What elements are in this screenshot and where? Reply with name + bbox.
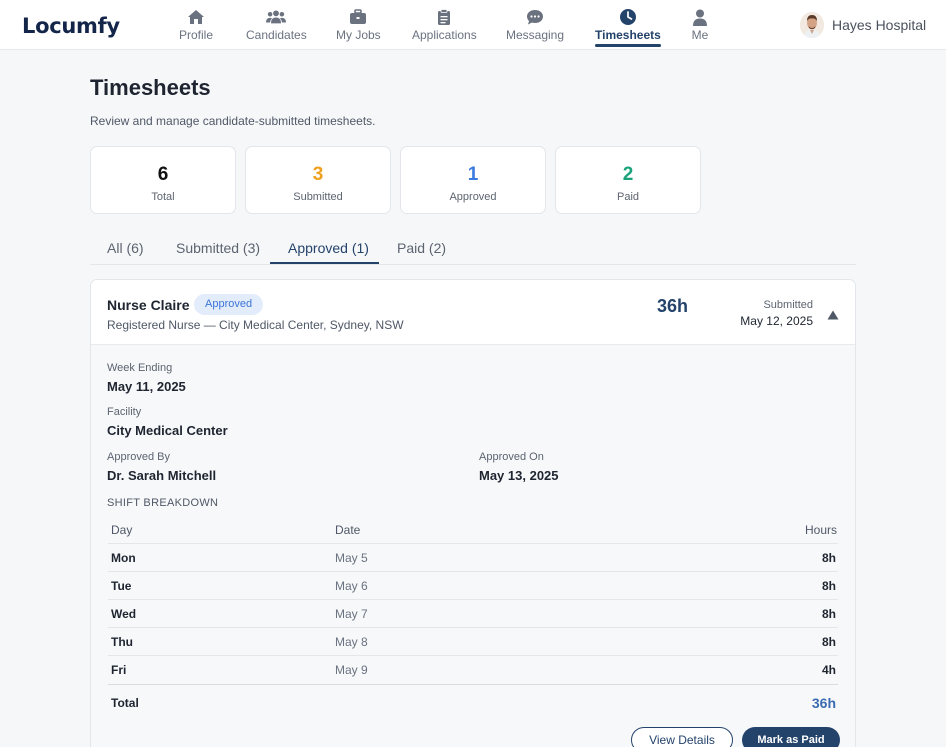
- column-header-day: Day: [111, 523, 133, 537]
- shift-hours: 8h: [821, 635, 836, 649]
- status-badge: Approved: [194, 294, 264, 315]
- stat-value: 1: [467, 164, 479, 185]
- brand-logo[interactable]: Locumfy: [22, 14, 120, 38]
- nav-item-me[interactable]: Me: [690, 8, 710, 44]
- tab-approved[interactable]: Approved (1): [288, 240, 369, 256]
- timesheet-details: Week Ending May 11, 2025 Facility City M…: [91, 345, 855, 747]
- stat-label: Paid: [616, 191, 640, 203]
- stat-card-submitted: 3 Submitted: [245, 146, 391, 214]
- page-subtitle: Review and manage candidate-submitted ti…: [90, 114, 376, 128]
- tab-submitted[interactable]: Submitted (3): [176, 240, 260, 256]
- shift-day: Mon: [111, 551, 136, 565]
- nav-item-my-jobs[interactable]: My Jobs: [336, 8, 381, 44]
- user-menu[interactable]: Hayes Hospital: [800, 12, 926, 38]
- submitted-date: May 12, 2025: [740, 314, 813, 328]
- users-icon: [266, 8, 287, 26]
- facility-label: Facility: [107, 406, 142, 418]
- approved-on-value: May 13, 2025: [479, 468, 559, 483]
- shift-day: Thu: [111, 635, 133, 649]
- shift-date: May 9: [335, 663, 368, 677]
- shift-day: Fri: [111, 663, 127, 677]
- column-header-date: Date: [335, 523, 361, 537]
- week-ending-label: Week Ending: [107, 362, 173, 374]
- total-row: Total 36h: [108, 684, 838, 720]
- stat-card-approved: 1 Approved: [400, 146, 546, 214]
- person-icon: [690, 8, 710, 26]
- shift-day: Tue: [111, 579, 132, 593]
- nav-label: Applications: [412, 28, 477, 42]
- table-row: Tue May 6 8h: [108, 571, 838, 599]
- total-label: Total: [111, 696, 139, 710]
- briefcase-icon: [348, 8, 368, 26]
- facility-value: City Medical Center: [107, 423, 228, 438]
- week-ending-value: May 11, 2025: [107, 379, 186, 394]
- approved-on-label: Approved On: [479, 451, 544, 463]
- collapse-toggle[interactable]: [826, 308, 840, 320]
- top-navbar: Locumfy Profile Candidates My Jobs Appli…: [0, 0, 946, 50]
- clock-icon: [618, 8, 638, 26]
- shift-day: Wed: [111, 607, 137, 621]
- tab-all[interactable]: All (6): [107, 240, 144, 256]
- nav-item-timesheets[interactable]: Timesheets: [595, 8, 661, 47]
- approved-by-label: Approved By: [107, 451, 170, 463]
- user-name: Hayes Hospital: [832, 17, 927, 33]
- nav-label: Candidates: [246, 28, 307, 42]
- stat-value: 3: [312, 164, 324, 185]
- stat-label: Total: [151, 191, 175, 203]
- nav-label: My Jobs: [336, 28, 381, 42]
- shift-breakdown-heading: SHIFT BREAKDOWN: [107, 497, 219, 509]
- avatar: [800, 12, 824, 38]
- submitted-label: Submitted: [763, 299, 813, 311]
- shift-hours: 8h: [821, 579, 836, 593]
- nav-label: Messaging: [506, 28, 565, 42]
- shift-date: May 6: [335, 579, 368, 593]
- table-row: Wed May 7 8h: [108, 599, 838, 627]
- nav-item-profile[interactable]: Profile: [179, 8, 213, 44]
- shift-date: May 7: [335, 607, 368, 621]
- timesheet-card: Nurse Claire Approved Registered Nurse —…: [90, 279, 856, 747]
- view-details-button[interactable]: View Details: [631, 727, 733, 747]
- nav-label: Profile: [179, 28, 214, 42]
- home-icon: [186, 8, 206, 26]
- total-hours: 36h: [657, 296, 689, 316]
- stat-label: Submitted: [293, 191, 343, 203]
- total-value: 36h: [811, 695, 836, 711]
- mark-as-paid-button[interactable]: Mark as Paid: [742, 727, 840, 747]
- status-tabs: All (6) Submitted (3) Approved (1) Paid …: [90, 230, 856, 265]
- shift-hours: 4h: [821, 663, 836, 677]
- table-row: Fri May 9 4h: [108, 655, 838, 683]
- shift-hours: 8h: [821, 551, 836, 565]
- approved-by-value: Dr. Sarah Mitchell: [107, 468, 217, 483]
- nav-label: Me: [691, 28, 709, 42]
- chat-icon: [525, 8, 545, 26]
- stat-value: 2: [622, 164, 634, 185]
- stat-value: 6: [157, 164, 169, 185]
- table-row: Mon May 5 8h: [108, 543, 838, 571]
- column-header-hours: Hours: [804, 523, 837, 537]
- table-row: Thu May 8 8h: [108, 627, 838, 655]
- active-tab-indicator: [270, 262, 379, 264]
- candidate-role: Registered Nurse — City Medical Center, …: [107, 318, 404, 332]
- nav-item-candidates[interactable]: Candidates: [246, 8, 307, 44]
- stat-card-total: 6 Total: [90, 146, 236, 214]
- timesheet-card-header[interactable]: Nurse Claire Approved Registered Nurse —…: [91, 280, 855, 345]
- candidate-name: Nurse Claire: [107, 297, 190, 313]
- stat-card-paid: 2 Paid: [555, 146, 701, 214]
- shift-date: May 5: [335, 551, 368, 565]
- stat-label: Approved: [449, 191, 497, 203]
- page-title: Timesheets: [90, 75, 211, 100]
- chevron-up-icon: [827, 310, 839, 320]
- clipboard-icon: [434, 8, 454, 26]
- nav-label: Timesheets: [595, 28, 661, 42]
- tab-paid[interactable]: Paid (2): [397, 240, 446, 256]
- nav-item-applications[interactable]: Applications: [412, 8, 477, 44]
- shift-date: May 8: [335, 635, 368, 649]
- shift-hours: 8h: [821, 607, 836, 621]
- nav-item-messaging[interactable]: Messaging: [506, 8, 564, 44]
